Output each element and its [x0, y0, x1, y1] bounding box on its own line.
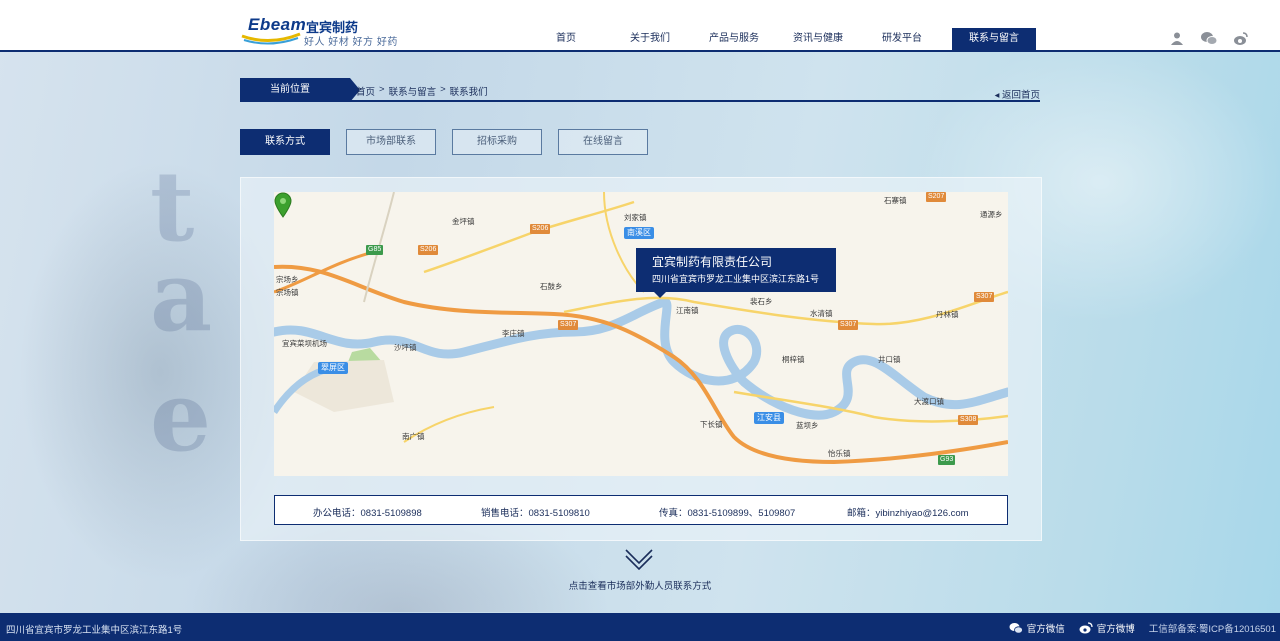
breadcrumb-separator: >: [440, 84, 446, 95]
company-callout[interactable]: 宜宾制药有限责任公司 四川省宜宾市罗龙工业集中区滨江东路1号: [636, 248, 836, 298]
contact-tabs: 联系方式 市场部联系 招标采购 在线留言: [240, 129, 648, 155]
site-header: Ebeam 宜宾制药 好人 好材 好方 好药 首页 关于我们 产品与服务 资讯与…: [0, 0, 1280, 52]
site-footer: 四川省宜宾市罗龙工业集中区滨江东路1号 官方微信 官方微博 工信部备案:蜀ICP…: [0, 613, 1280, 641]
map-district: 南溪区: [624, 227, 654, 239]
map-place: 桐梓镇: [782, 355, 805, 364]
map-road-badge: S206: [530, 224, 551, 234]
map-place: 通源乡: [980, 210, 1003, 219]
map-place: 怡乐镇: [828, 449, 851, 458]
map-road-badge: S206: [418, 245, 439, 255]
map-road-badge: S307: [558, 320, 579, 330]
main-nav: 首页 关于我们 产品与服务 资讯与健康 研发平台 联系与留言: [524, 28, 1036, 52]
breadcrumb-path: 首页 > 联系与留言 > 联系我们: [356, 84, 488, 98]
wechat-icon[interactable]: [1200, 30, 1218, 46]
office-phone: 办公电话：0831-5109898: [313, 508, 422, 519]
background-watermark-letter: e: [150, 360, 212, 473]
nav-home[interactable]: 首页: [524, 28, 608, 50]
map-place: 金坪镇: [452, 217, 475, 226]
breadcrumb-separator: >: [379, 84, 385, 95]
weibo-icon[interactable]: [1232, 30, 1250, 46]
breadcrumb-current: 联系我们: [449, 87, 488, 98]
map-pin-icon[interactable]: [274, 192, 292, 218]
map-place: 刘家镇: [624, 213, 647, 222]
logo-slogan: 好人 好材 好方 好药: [304, 37, 398, 48]
map-place: 裴石乡: [750, 297, 773, 306]
chevron-down-icon[interactable]: [624, 548, 654, 570]
nav-research[interactable]: 研发平台: [860, 28, 944, 50]
map-road-badge: S207: [926, 192, 947, 202]
map-road-badge: S307: [838, 320, 859, 330]
map-road-badge: S307: [974, 292, 995, 302]
map-place: 宜宾菜坝机场: [282, 339, 327, 348]
footer-address: 四川省宜宾市罗龙工业集中区滨江东路1号: [6, 625, 183, 636]
map-place: 江南镇: [676, 306, 699, 315]
footer-weibo-link[interactable]: 官方微博: [1079, 621, 1135, 635]
map-place: 石寨镇: [884, 196, 907, 205]
sales-phone: 销售电话：0831-5109810: [481, 508, 590, 519]
map-place: 丹林镇: [936, 310, 959, 319]
callout-address: 四川省宜宾市罗龙工业集中区滨江东路1号: [652, 274, 820, 284]
footer-icp[interactable]: 工信部备案:蜀ICP备12016501: [1149, 621, 1276, 635]
map-place: 大渡口镇: [914, 397, 944, 406]
map-place: 水清镇: [810, 309, 833, 318]
map-place: 李庄镇: [502, 329, 525, 338]
footer-links: 官方微信 官方微博 工信部备案:蜀ICP备12016501: [1009, 621, 1276, 635]
map-road-badge: G85: [366, 245, 384, 255]
email-address[interactable]: 邮箱：yibinzhiyao@126.com: [847, 505, 969, 519]
callout-company-name: 宜宾制药有限责任公司: [652, 255, 773, 269]
footer-wechat-link[interactable]: 官方微信: [1009, 621, 1065, 635]
map-road-badge: G93: [938, 455, 956, 465]
map-district: 江安县: [754, 412, 784, 424]
breadcrumb: 当前位置 首页 > 联系与留言 > 联系我们 ◂ 返回首页: [240, 78, 1040, 102]
tab-tender[interactable]: 招标采购: [452, 129, 542, 155]
tab-online-message[interactable]: 在线留言: [558, 129, 648, 155]
map-place: 井口镇: [878, 355, 901, 364]
tab-market-contact[interactable]: 市场部联系: [346, 129, 436, 155]
map-place: 宗场乡: [276, 275, 299, 284]
market-staff-contact-link[interactable]: 点击查看市场部外勤人员联系方式: [540, 578, 740, 592]
logo-english: Ebeam: [248, 15, 307, 34]
contact-panel: 金坪镇 刘家镇 石寨镇 通源乡 宗场乡 宗场镇 石鼓乡 裴石乡 水清镇 丹林镇 …: [240, 177, 1042, 541]
wechat-icon: [1009, 623, 1023, 634]
map-place: 沙坪镇: [394, 343, 417, 352]
footer-weibo-label: 官方微博: [1096, 624, 1135, 635]
fax-number: 传真：0831-5109899、5109807: [659, 508, 796, 519]
nav-about[interactable]: 关于我们: [608, 28, 692, 50]
nav-news[interactable]: 资讯与健康: [776, 28, 860, 50]
map-place: 蓝坝乡: [796, 421, 819, 430]
caret-left-icon: ◂: [994, 90, 1000, 101]
breadcrumb-home[interactable]: 首页: [356, 84, 375, 98]
user-icon[interactable]: [1168, 30, 1186, 46]
location-map[interactable]: 金坪镇 刘家镇 石寨镇 通源乡 宗场乡 宗场镇 石鼓乡 裴石乡 水清镇 丹林镇 …: [274, 192, 1008, 476]
nav-contact[interactable]: 联系与留言: [952, 28, 1036, 50]
breadcrumb-label: 当前位置: [240, 78, 360, 102]
map-place: 南广镇: [402, 432, 425, 441]
map-road-badge: S308: [958, 415, 979, 425]
background-watermark-letter: a: [150, 240, 213, 353]
back-home-link[interactable]: ◂ 返回首页: [995, 87, 1040, 101]
map-place: 下长镇: [700, 420, 723, 429]
back-home-label: 返回首页: [1001, 90, 1040, 101]
tab-contact-info[interactable]: 联系方式: [240, 129, 330, 155]
nav-products[interactable]: 产品与服务: [692, 28, 776, 50]
map-place: 宗场镇: [276, 288, 299, 297]
map-place: 石鼓乡: [540, 282, 563, 291]
map-district: 翠屏区: [318, 362, 348, 374]
header-icons: [1168, 30, 1250, 46]
footer-wechat-label: 官方微信: [1026, 624, 1065, 635]
breadcrumb-contact-section[interactable]: 联系与留言: [389, 84, 437, 98]
contact-info-bar: 办公电话：0831-5109898 销售电话：0831-5109810 传真：0…: [274, 495, 1008, 525]
site-logo[interactable]: Ebeam 宜宾制药 好人 好材 好方 好药: [240, 10, 410, 48]
weibo-icon: [1079, 622, 1093, 634]
